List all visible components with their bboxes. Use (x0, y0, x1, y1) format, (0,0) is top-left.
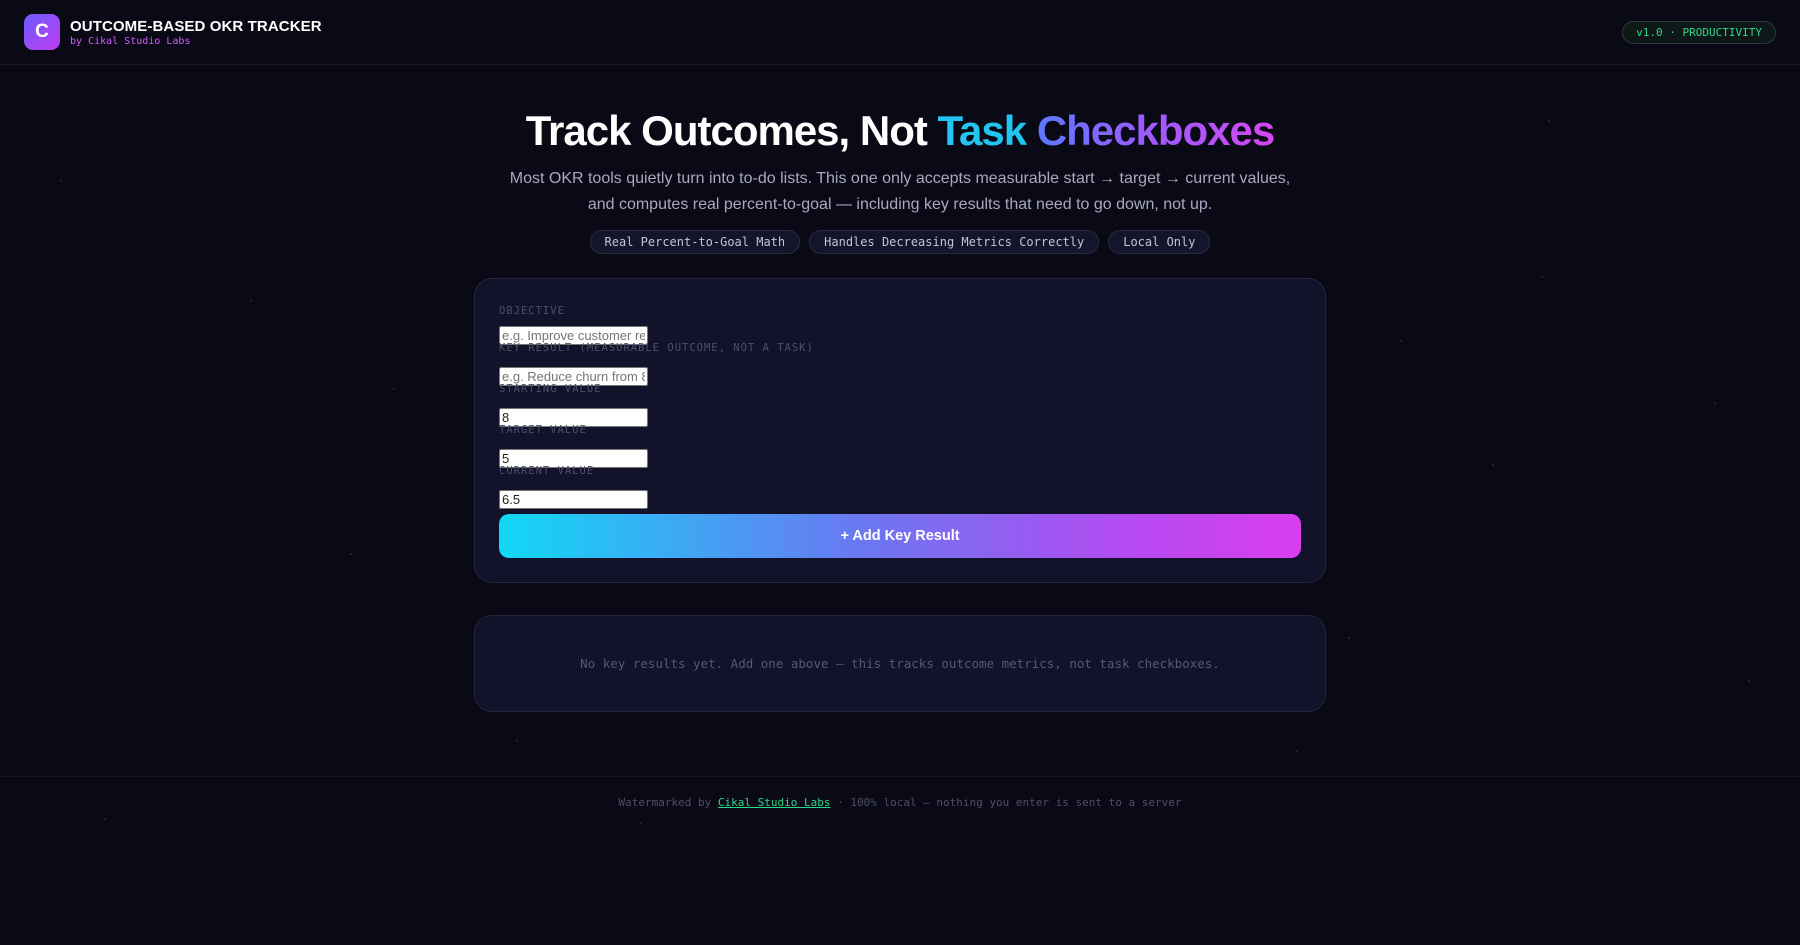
description-line-1: Most OKR tools quietly turn into to-do l… (509, 170, 1291, 187)
chip-percent-to-goal: Real Percent-to-Goal Math (589, 230, 801, 254)
top-bar: C OUTCOME-BASED OKR TRACKER by Cikal Stu… (0, 0, 1800, 65)
description-line-2: and computes real percent-to-goal — incl… (587, 196, 1213, 213)
version-badge: v1.0 · PRODUCTIVITY (1622, 21, 1776, 44)
chip-decreasing-metrics: Handles Decreasing Metrics Correctly (809, 230, 1100, 254)
current-value-label: CURRENT VALUE (499, 465, 595, 477)
chip-local-only: Local Only (1108, 230, 1211, 254)
objective-label: OBJECTIVE (499, 305, 565, 317)
logo-letter: C (35, 21, 49, 42)
title-accent-task: Task (937, 107, 1028, 154)
page-title: Track Outcomes, Not Task Checkboxes (0, 107, 1800, 155)
key-results-list: No key results yet. Add one above — this… (474, 615, 1326, 712)
current-value-input[interactable] (499, 490, 648, 509)
footer-suffix: · 100% local — nothing you enter is sent… (830, 796, 1182, 809)
starting-value-label: STARTING VALUE (499, 383, 602, 395)
footer: Watermarked by Cikal Studio Labs · 100% … (0, 796, 1800, 809)
page-description: Most OKR tools quietly turn into to-do l… (450, 166, 1350, 218)
target-value-label: TARGET VALUE (499, 424, 587, 436)
feature-chips: Real Percent-to-Goal Math Handles Decrea… (0, 230, 1800, 254)
key-result-label: KEY RESULT (MEASURABLE OUTCOME, NOT A TA… (499, 342, 814, 354)
app-title: OUTCOME-BASED OKR TRACKER (70, 18, 322, 35)
footer-divider (0, 776, 1800, 777)
title-accent-checkboxes: Checkboxes (1036, 107, 1275, 154)
key-result-form: OBJECTIVE KEY RESULT (MEASURABLE OUTCOME… (474, 278, 1326, 583)
footer-prefix: Watermarked by (618, 796, 718, 809)
app-logo: C (24, 14, 60, 50)
footer-studio-link[interactable]: Cikal Studio Labs (718, 796, 831, 809)
title-plain: Track Outcomes, Not (525, 107, 938, 154)
app-subtitle: by Cikal Studio Labs (70, 36, 191, 47)
empty-state-message: No key results yet. Add one above — this… (580, 656, 1220, 671)
add-key-result-button[interactable]: + Add Key Result (499, 514, 1301, 558)
